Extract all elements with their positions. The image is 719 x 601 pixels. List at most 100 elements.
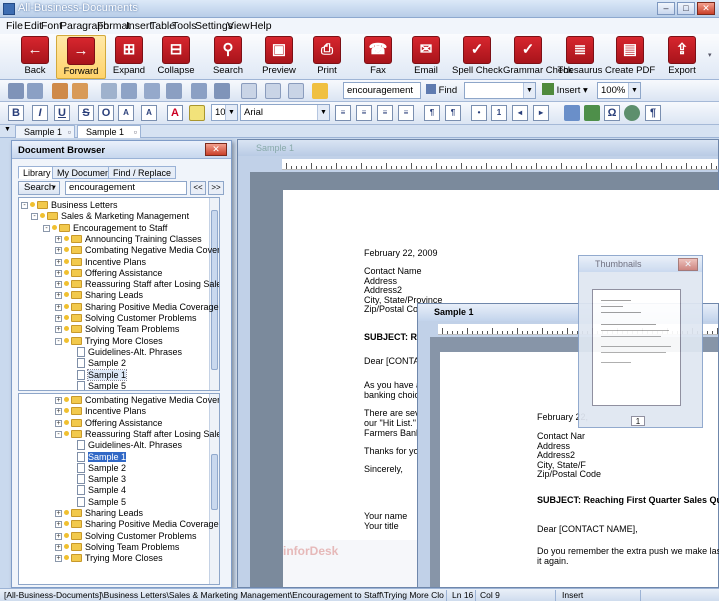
bullets-button[interactable]: • (471, 105, 487, 121)
expand-node-icon[interactable]: + (55, 532, 62, 540)
thumbnail-page[interactable] (592, 289, 681, 406)
back-button[interactable]: ← Back (10, 35, 60, 79)
collapse-button[interactable]: ⊟ Collapse (151, 35, 201, 79)
align-center-button[interactable]: ≡ (356, 105, 372, 121)
spell-check-button[interactable]: ✓ Spell Check (452, 35, 503, 79)
tab-library[interactable]: Library (18, 166, 56, 179)
new-icon[interactable] (8, 83, 24, 99)
tree-folder[interactable]: + Announcing Training Classes (55, 234, 202, 245)
expand-button[interactable]: ⊞ Expand (104, 35, 154, 79)
expand-node-icon[interactable]: + (55, 419, 62, 427)
menu-tools[interactable]: Tools (172, 20, 197, 32)
strike-button[interactable]: S (78, 105, 94, 121)
superscript-button[interactable]: A (141, 105, 157, 121)
preview-button[interactable]: ▣ Preview (254, 35, 304, 79)
tree-top-scrollbar[interactable] (209, 198, 219, 390)
collapse-node-icon[interactable]: - (55, 337, 62, 345)
expand-node-icon[interactable]: + (55, 326, 62, 334)
tree-folder[interactable]: + Incentive Plans (55, 257, 146, 268)
tree-folder[interactable]: + Reassuring Staff after Losing Sale (55, 279, 219, 290)
expand-node-icon[interactable]: + (55, 247, 62, 255)
search-dropdown[interactable]: Search ▼ (18, 181, 60, 195)
document-browser-close-button[interactable]: ✕ (205, 143, 227, 156)
expand-node-icon[interactable]: + (55, 258, 62, 266)
rtl-button[interactable]: ¶ (445, 105, 461, 121)
fax-button[interactable]: ☎ Fax (353, 35, 403, 79)
copy-icon[interactable] (72, 83, 88, 99)
tree-folder[interactable]: + Combating Negative Media Coverage (55, 395, 219, 406)
expand-node-icon[interactable]: + (55, 555, 62, 563)
export-button[interactable]: ⇪ Export (657, 35, 707, 79)
tree-folder[interactable]: - Sales & Marketing Management (31, 211, 189, 222)
bold-button[interactable]: B (8, 105, 24, 121)
align-right-button[interactable]: ≡ (377, 105, 393, 121)
font-color-icon[interactable]: A (167, 105, 183, 121)
tree-folder[interactable]: + Offering Assistance (55, 418, 162, 429)
tree-folder[interactable]: - Reassuring Staff after Losing Sale (55, 429, 219, 440)
expand-node-icon[interactable]: + (55, 292, 62, 300)
expand-node-icon[interactable]: + (55, 510, 62, 517)
tree-folder[interactable]: + Offering Assistance (55, 268, 162, 279)
collapse-node-icon[interactable]: - (43, 224, 50, 232)
undo-icon[interactable] (121, 83, 137, 99)
collapse-node-icon[interactable]: - (21, 202, 28, 209)
menu-file[interactable]: File (6, 20, 23, 32)
tab-sample-1-a[interactable]: Sample 1 ▫ (15, 125, 75, 138)
menu-view[interactable]: View (227, 20, 250, 32)
font-size-select[interactable]: 10 ▼ (211, 104, 238, 121)
tree-document[interactable]: Sample 5 (77, 496, 126, 508)
ltr-button[interactable]: ¶ (424, 105, 440, 121)
outdent-icon[interactable] (191, 83, 207, 99)
image-icon[interactable] (564, 105, 580, 121)
create-pdf-button[interactable]: ▤ Create PDF (605, 35, 655, 79)
tree-folder[interactable]: + Trying More Closes (55, 553, 163, 564)
tree-folder[interactable]: + Solving Customer Problems (55, 531, 197, 542)
close-button[interactable]: ✕ (697, 2, 715, 15)
columns-icon[interactable] (288, 83, 304, 99)
menu-edit[interactable]: Edit (24, 20, 42, 32)
grid-icon[interactable] (265, 83, 281, 99)
toolbar-overflow-icon[interactable]: ▾ (708, 51, 712, 59)
page-break-icon[interactable] (214, 83, 230, 99)
highlight-icon[interactable] (189, 105, 205, 121)
open-icon[interactable] (27, 83, 43, 99)
find-button[interactable]: Find (426, 83, 457, 99)
expand-node-icon[interactable]: + (55, 315, 62, 322)
grammar-check-button[interactable]: ✓ Grammar Check (503, 35, 573, 79)
find-input[interactable]: encouragement (343, 82, 421, 99)
tree-folder[interactable]: + Solving Customer Problems (55, 313, 197, 324)
tree-document[interactable]: Sample 2 (77, 358, 126, 369)
expand-node-icon[interactable]: + (55, 303, 62, 311)
align-left-button[interactable]: ≡ (335, 105, 351, 121)
table-icon[interactable] (241, 83, 257, 99)
tree-folder[interactable]: + Solving Team Problems (55, 324, 179, 335)
menu-font[interactable]: Font (41, 20, 62, 32)
print-button[interactable]: ⎙ Print (302, 35, 352, 79)
tree-folder[interactable]: + Incentive Plans (55, 406, 146, 417)
expand-node-icon[interactable]: + (55, 397, 62, 404)
chart-icon[interactable] (584, 105, 600, 121)
redo-icon[interactable] (144, 83, 160, 99)
subscript-button[interactable]: A (118, 105, 134, 121)
tree-document[interactable]: Guidelines-Alt. Phrases (77, 346, 182, 358)
date-icon[interactable] (312, 83, 328, 99)
forward-button[interactable]: → Forward (56, 35, 106, 79)
tree-folder[interactable]: - Business Letters (21, 200, 118, 211)
show-marks-button[interactable]: ¶ (645, 105, 661, 121)
tree-folder[interactable]: - Encouragement to Staff (43, 223, 167, 234)
search-button[interactable]: ⚲ Search (203, 35, 253, 79)
object-icon[interactable] (624, 105, 640, 121)
cut-icon[interactable] (52, 83, 68, 99)
tab-sample-1-b[interactable]: Sample 1 ▫ (77, 125, 141, 138)
insert-dropdown[interactable]: Insert ▾ (542, 83, 588, 99)
tabs-menu-icon[interactable]: ▼ (4, 126, 11, 133)
tree-folder[interactable]: + Combating Negative Media Coverage (55, 245, 219, 256)
collapse-node-icon[interactable]: - (55, 430, 62, 438)
search-prev-button[interactable]: << (190, 181, 206, 195)
tree-bottom-scrollbar[interactable] (209, 394, 219, 584)
expand-node-icon[interactable]: + (55, 269, 62, 277)
thumbnails-close-button[interactable]: ✕ (678, 258, 698, 271)
style-select[interactable]: ▼ (464, 82, 536, 99)
tree-folder[interactable]: - Trying More Closes (55, 336, 163, 347)
menu-insert[interactable]: Insert (126, 20, 152, 32)
